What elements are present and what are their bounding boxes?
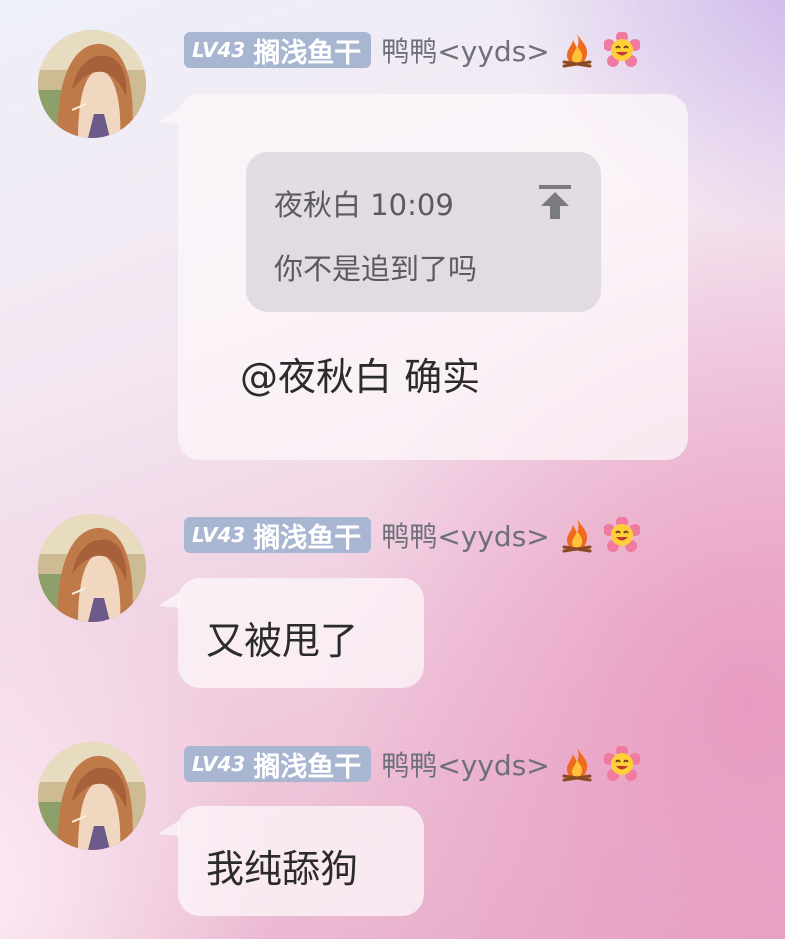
sender-nickname[interactable]: 鸭鸭<yyds> [381, 744, 549, 784]
bubble-tail [158, 108, 180, 124]
quote-text: 你不是追到了吗 [274, 252, 478, 286]
smile-flower-icon[interactable] [602, 745, 641, 782]
quote-time: 10:09 [370, 188, 454, 222]
title-badge[interactable]: LV43 搁浅鱼干 [184, 32, 372, 69]
level-label: LV43 [192, 523, 246, 547]
message-text: @夜秋白 确实 [240, 355, 481, 399]
fire-icon[interactable] [560, 32, 594, 68]
level-label: LV43 [192, 38, 246, 62]
jump-to-original-icon[interactable] [535, 182, 575, 222]
group-title: 搁浅鱼干 [253, 37, 362, 69]
fire-icon[interactable] [560, 517, 594, 553]
sender-nickname[interactable]: 鸭鸭<yyds> [381, 515, 549, 555]
sender-header: LV43 搁浅鱼干 鸭鸭<yyds> [184, 515, 641, 555]
quote-author: 夜秋白 [274, 188, 362, 222]
avatar[interactable] [38, 514, 146, 622]
message-bubble[interactable]: 我纯舔狗 [158, 806, 424, 916]
title-badge[interactable]: LV43 搁浅鱼干 [184, 746, 372, 783]
fire-icon[interactable] [560, 746, 594, 782]
sender-nickname[interactable]: 鸭鸭<yyds> [381, 30, 549, 70]
message-text: 又被甩了 [206, 619, 359, 663]
smile-flower-icon[interactable] [602, 31, 641, 68]
message-bubble[interactable]: 又被甩了 [158, 578, 424, 688]
avatar[interactable] [38, 30, 146, 138]
group-title: 搁浅鱼干 [253, 522, 362, 554]
sender-header: LV43 搁浅鱼干 鸭鸭<yyds> [184, 744, 641, 784]
message-text: 我纯舔狗 [206, 847, 359, 891]
group-title: 搁浅鱼干 [253, 751, 362, 783]
bubble-tail [158, 820, 180, 836]
quoted-message[interactable]: 夜秋白 10:09 你不是追到了吗 [246, 152, 601, 312]
bubble-tail [158, 592, 180, 608]
avatar[interactable] [38, 742, 146, 850]
message-bubble[interactable]: 夜秋白 10:09 你不是追到了吗 @夜秋白 确实 [158, 94, 688, 460]
smile-flower-icon[interactable] [602, 516, 641, 553]
sender-header: LV43 搁浅鱼干 鸭鸭<yyds> [184, 30, 641, 70]
level-label: LV43 [192, 752, 246, 776]
quote-meta: 夜秋白 10:09 [274, 182, 454, 224]
title-badge[interactable]: LV43 搁浅鱼干 [184, 517, 372, 554]
